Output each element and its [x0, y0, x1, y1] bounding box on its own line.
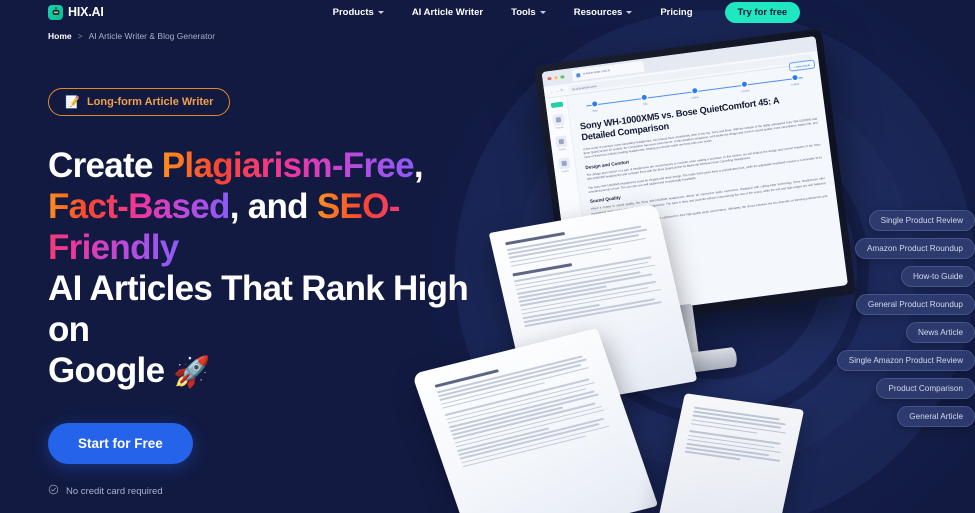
nav-item-label: Tools — [511, 6, 536, 18]
top-navigation-bar: HIX.AI Products AI Article Writer Tools … — [0, 0, 975, 24]
stepper-step[interactable]: Content — [729, 79, 760, 94]
breadcrumb-home-link[interactable]: Home — [48, 31, 72, 41]
badge-label: Long-form Article Writer — [86, 96, 214, 108]
page-title: Create Plagiarism-Free, Fact-Based, and … — [48, 145, 518, 393]
chevron-down-icon — [626, 11, 633, 14]
memo-icon: 📝 — [65, 95, 80, 109]
stepper-step[interactable]: Brief — [579, 99, 610, 114]
step-bubble-icon — [590, 100, 599, 108]
step-bubble-icon — [790, 73, 799, 82]
headline-mid: , and — [229, 187, 317, 226]
hero-section: 📝 Long-form Article Writer Create Plagia… — [48, 88, 518, 498]
sidebar-item-label: Projects — [555, 126, 564, 130]
tag-pill[interactable]: Single Amazon Product Review — [836, 350, 975, 371]
nav-item-pricing[interactable]: Pricing — [646, 7, 706, 18]
tag-pill[interactable]: General Article — [897, 406, 975, 427]
tag-pill[interactable]: News Article — [905, 322, 975, 343]
headline-line-3: AI Articles That Rank High on — [48, 269, 469, 349]
doc-icon[interactable] — [555, 135, 568, 148]
nav-item-label: Pricing — [660, 6, 693, 18]
step-label: Content — [740, 88, 750, 93]
headline-gradient-plagiarism-free: Plagiarism-Free — [161, 146, 415, 185]
rocket-icon: 🚀 — [173, 356, 211, 389]
favicon-icon — [575, 72, 581, 78]
url-text: hix.ai/ai-article-writer — [571, 83, 598, 91]
sidebar-item-label: Articles — [558, 148, 567, 152]
tag-pill[interactable]: General Product Roundup — [855, 294, 975, 315]
brand-name: HIX.AI — [68, 5, 104, 19]
nav-menu: Products AI Article Writer Tools Resourc… — [319, 1, 801, 23]
nav-item-products[interactable]: Products — [319, 7, 398, 18]
sidebar-item-label: Insights — [561, 170, 570, 174]
brand-logo[interactable]: HIX.AI — [48, 4, 104, 20]
window-maximize-icon[interactable] — [560, 74, 565, 79]
headline-line-4: Google — [48, 351, 174, 390]
step-label: Brief — [592, 108, 598, 113]
nav-item-label: Products — [332, 6, 374, 18]
step-bubble-icon — [690, 86, 699, 95]
stepper-step[interactable]: Title — [629, 92, 660, 107]
robot-face-icon — [48, 4, 63, 20]
long-form-article-writer-badge[interactable]: 📝 Long-form Article Writer — [48, 88, 231, 116]
step-bubble-icon — [740, 80, 749, 89]
browser-nav-icons[interactable]: ← → ↻ — [550, 87, 564, 94]
window-minimize-icon[interactable] — [553, 75, 558, 80]
try-for-free-button[interactable]: Try for free — [724, 1, 801, 23]
headline-gradient-fact-based: Fact-Based — [48, 187, 230, 226]
start-for-free-button[interactable]: Start for Free — [48, 423, 193, 464]
breadcrumb: Home > AI Article Writer & Blog Generato… — [48, 31, 215, 41]
nav-item-label: Resources — [573, 6, 623, 18]
app-logo-icon — [550, 101, 563, 109]
no-credit-card-label: No credit card required — [66, 485, 163, 497]
browser-tab-title: AI Article Writer | HIX.AI — [582, 69, 611, 76]
chevron-down-icon — [539, 11, 546, 14]
tag-pill[interactable]: Single Product Review — [868, 210, 975, 231]
stepper-step[interactable]: Outline — [679, 85, 710, 100]
nav-item-ai-article-writer[interactable]: AI Article Writer — [398, 7, 497, 18]
chevron-down-icon — [377, 11, 384, 14]
headline-plain: Create — [48, 146, 162, 185]
tag-pill[interactable]: How-to Guide — [900, 266, 975, 287]
landing-page: HIX.AI Products AI Article Writer Tools … — [0, 0, 975, 513]
window-close-icon[interactable] — [547, 76, 552, 81]
step-label: Title — [642, 102, 648, 106]
step-label: Publish — [791, 82, 800, 87]
grid-icon[interactable] — [552, 113, 565, 126]
chart-icon[interactable] — [558, 157, 571, 170]
stepper-step[interactable]: Publish — [779, 72, 810, 87]
check-circle-icon — [48, 484, 59, 498]
step-label: Outline — [691, 95, 700, 100]
step-bubble-icon — [640, 93, 649, 102]
no-credit-card-note: No credit card required — [48, 484, 518, 498]
breadcrumb-separator: > — [77, 31, 83, 41]
article-type-tags: Single Product Review Amazon Product Rou… — [760, 210, 975, 434]
tag-pill[interactable]: Amazon Product Roundup — [854, 238, 975, 259]
tag-pill[interactable]: Product Comparison — [876, 378, 975, 399]
nav-item-label: AI Article Writer — [411, 6, 484, 18]
headline-comma: , — [413, 146, 424, 185]
breadcrumb-current-page: AI Article Writer & Blog Generator — [88, 31, 216, 41]
nav-item-tools[interactable]: Tools — [497, 7, 560, 18]
nav-item-resources[interactable]: Resources — [560, 7, 647, 18]
